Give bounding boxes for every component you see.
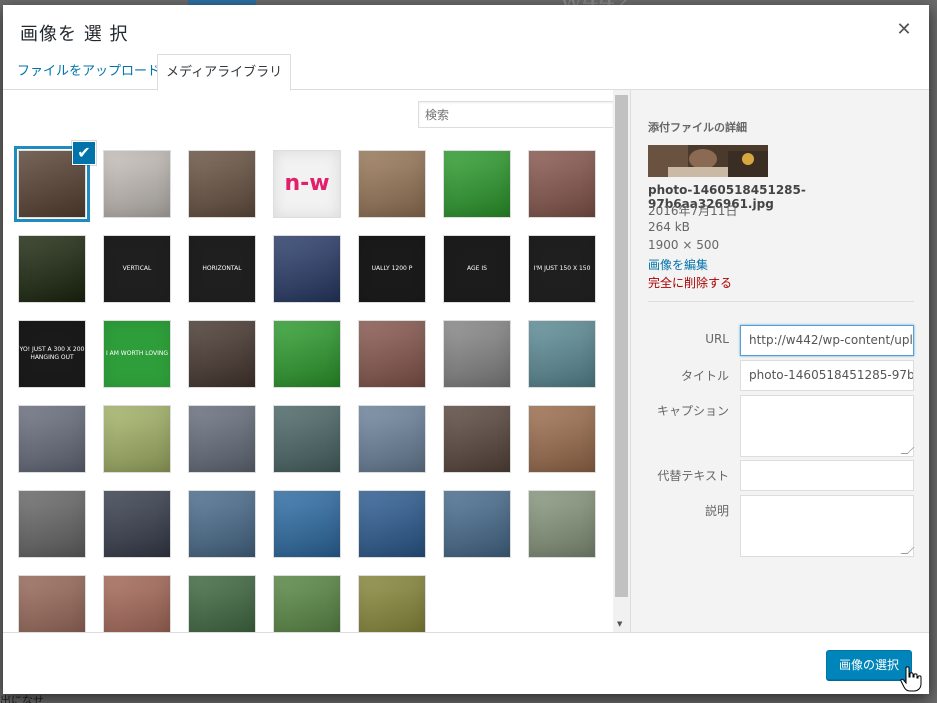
scrollbar[interactable]: ▼ <box>613 90 630 632</box>
details-divider <box>648 301 914 302</box>
attachment-thumbnail[interactable] <box>188 490 256 558</box>
attachment-thumbnail[interactable] <box>358 490 426 558</box>
attachment-thumbnail[interactable]: I'M JUST 150 X 150 <box>528 235 596 303</box>
thumbnail-caption: I AM WORTH LOVING <box>105 350 169 357</box>
attachment-thumbnail[interactable] <box>103 405 171 473</box>
attachment-thumbnail[interactable] <box>528 405 596 473</box>
attachment-thumbnail[interactable] <box>273 490 341 558</box>
attachment-thumbnail[interactable] <box>528 320 596 388</box>
attachment-thumbnail[interactable] <box>18 405 86 473</box>
hand-cursor-icon <box>900 666 922 692</box>
tab-upload-files[interactable]: ファイルをアップロード <box>9 54 168 90</box>
edit-image-link[interactable]: 画像を編集 <box>648 256 708 273</box>
modal-toolbar: 画像の選択 <box>3 632 929 694</box>
attachment-thumbnail[interactable] <box>358 150 426 218</box>
attachment-thumbnail[interactable]: AGE IS <box>443 235 511 303</box>
details-thumbnail <box>648 145 768 177</box>
url-field[interactable]: http://w442/wp-content/upl <box>740 325 914 356</box>
attachment-thumbnail[interactable] <box>103 490 171 558</box>
attachment-thumbnail[interactable] <box>443 320 511 388</box>
thumbnail-caption: VERTICAL <box>122 265 152 272</box>
title-label: タイトル <box>680 369 729 383</box>
close-icon[interactable]: ✕ <box>893 19 915 41</box>
attachment-thumbnail[interactable] <box>443 490 511 558</box>
attachment-thumbnail[interactable] <box>358 320 426 388</box>
alt-text-label: 代替テキスト <box>657 469 729 483</box>
attachment-thumbnail[interactable] <box>103 575 171 632</box>
alt-text-field[interactable] <box>740 460 914 491</box>
description-field[interactable] <box>740 495 914 557</box>
delete-permanently-link[interactable]: 完全に削除する <box>648 274 732 291</box>
media-modal: 画像を 選 択 ✕ ファイルをアップロード メディアライブラリ n-w VERTI… <box>3 5 929 694</box>
attachment-thumbnail[interactable]: UALLY 1200 P <box>358 235 426 303</box>
thumbnail-caption: YO! JUST A 300 X 200 HANGING OUT <box>19 346 85 361</box>
modal-title: 画像を 選 択 <box>20 24 129 45</box>
url-label: URL <box>705 332 729 346</box>
attachment-thumbnail[interactable]: YO! JUST A 300 X 200 HANGING OUT <box>18 320 86 388</box>
details-title: 添付ファイルの詳細 <box>648 121 747 134</box>
details-size: 264 kB <box>648 220 690 234</box>
description-label: 説明 <box>704 504 729 518</box>
tab-media-library[interactable]: メディアライブラリ <box>157 54 292 91</box>
details-dimensions: 1900 × 500 <box>648 238 720 252</box>
checkmark-icon[interactable]: ✔ <box>72 141 96 165</box>
attachment-thumbnail[interactable] <box>443 405 511 473</box>
thumbnail-caption: I'M JUST 150 X 150 <box>533 265 591 272</box>
attachment-thumbnail[interactable] <box>103 150 171 218</box>
attachment-thumbnail[interactable] <box>528 490 596 558</box>
attachment-thumbnail[interactable] <box>18 235 86 303</box>
attachment-thumbnail[interactable] <box>188 405 256 473</box>
attachment-thumbnail[interactable]: HORIZONTAL <box>188 235 256 303</box>
thumbnail-caption: UALLY 1200 P <box>371 265 413 272</box>
attachment-thumbnail[interactable] <box>18 490 86 558</box>
caption-label: キャプション <box>656 404 729 418</box>
search-input[interactable] <box>418 101 613 128</box>
attachment-thumbnail[interactable]: I AM WORTH LOVING <box>103 320 171 388</box>
attachment-thumbnail[interactable]: VERTICAL <box>103 235 171 303</box>
attachment-thumbnail[interactable] <box>358 405 426 473</box>
attachment-thumbnail[interactable] <box>273 575 341 632</box>
title-field[interactable]: photo-1460518451285-97b6 <box>740 360 914 391</box>
details-date: 2016年7月11日 <box>648 204 738 218</box>
attachment-thumbnail[interactable] <box>528 150 596 218</box>
attachment-thumbnail[interactable] <box>188 320 256 388</box>
scroll-down-icon[interactable]: ▼ <box>617 620 622 628</box>
thumbnail-caption: HORIZONTAL <box>202 265 242 272</box>
attachment-thumbnail[interactable] <box>188 575 256 632</box>
media-browser: n-w VERTICAL HORIZONTAL UALLY 1200 P AGE IS I… <box>3 90 613 632</box>
attachment-thumbnail[interactable]: n-w <box>273 150 341 218</box>
attachment-details: 添付ファイルの詳細 photo-1460518451285-97b6aa3269… <box>630 90 929 632</box>
attachment-thumbnail[interactable] <box>273 235 341 303</box>
scrollbar-thumb[interactable] <box>615 95 628 597</box>
attachment-thumbnail[interactable] <box>358 575 426 632</box>
modal-tabs: ファイルをアップロード メディアライブラリ <box>3 54 929 91</box>
attachment-thumbnail[interactable] <box>273 405 341 473</box>
modal-content: n-w VERTICAL HORIZONTAL UALLY 1200 P AGE IS I… <box>3 90 929 632</box>
attachment-thumbnail[interactable] <box>443 150 511 218</box>
thumbnail-caption: AGE IS <box>467 265 487 272</box>
attachment-thumbnail[interactable] <box>273 320 341 388</box>
attachment-thumbnail[interactable] <box>188 150 256 218</box>
caption-field[interactable] <box>740 395 914 457</box>
thumbnail-caption: n-w <box>284 171 330 196</box>
attachment-thumbnail[interactable] <box>18 575 86 632</box>
